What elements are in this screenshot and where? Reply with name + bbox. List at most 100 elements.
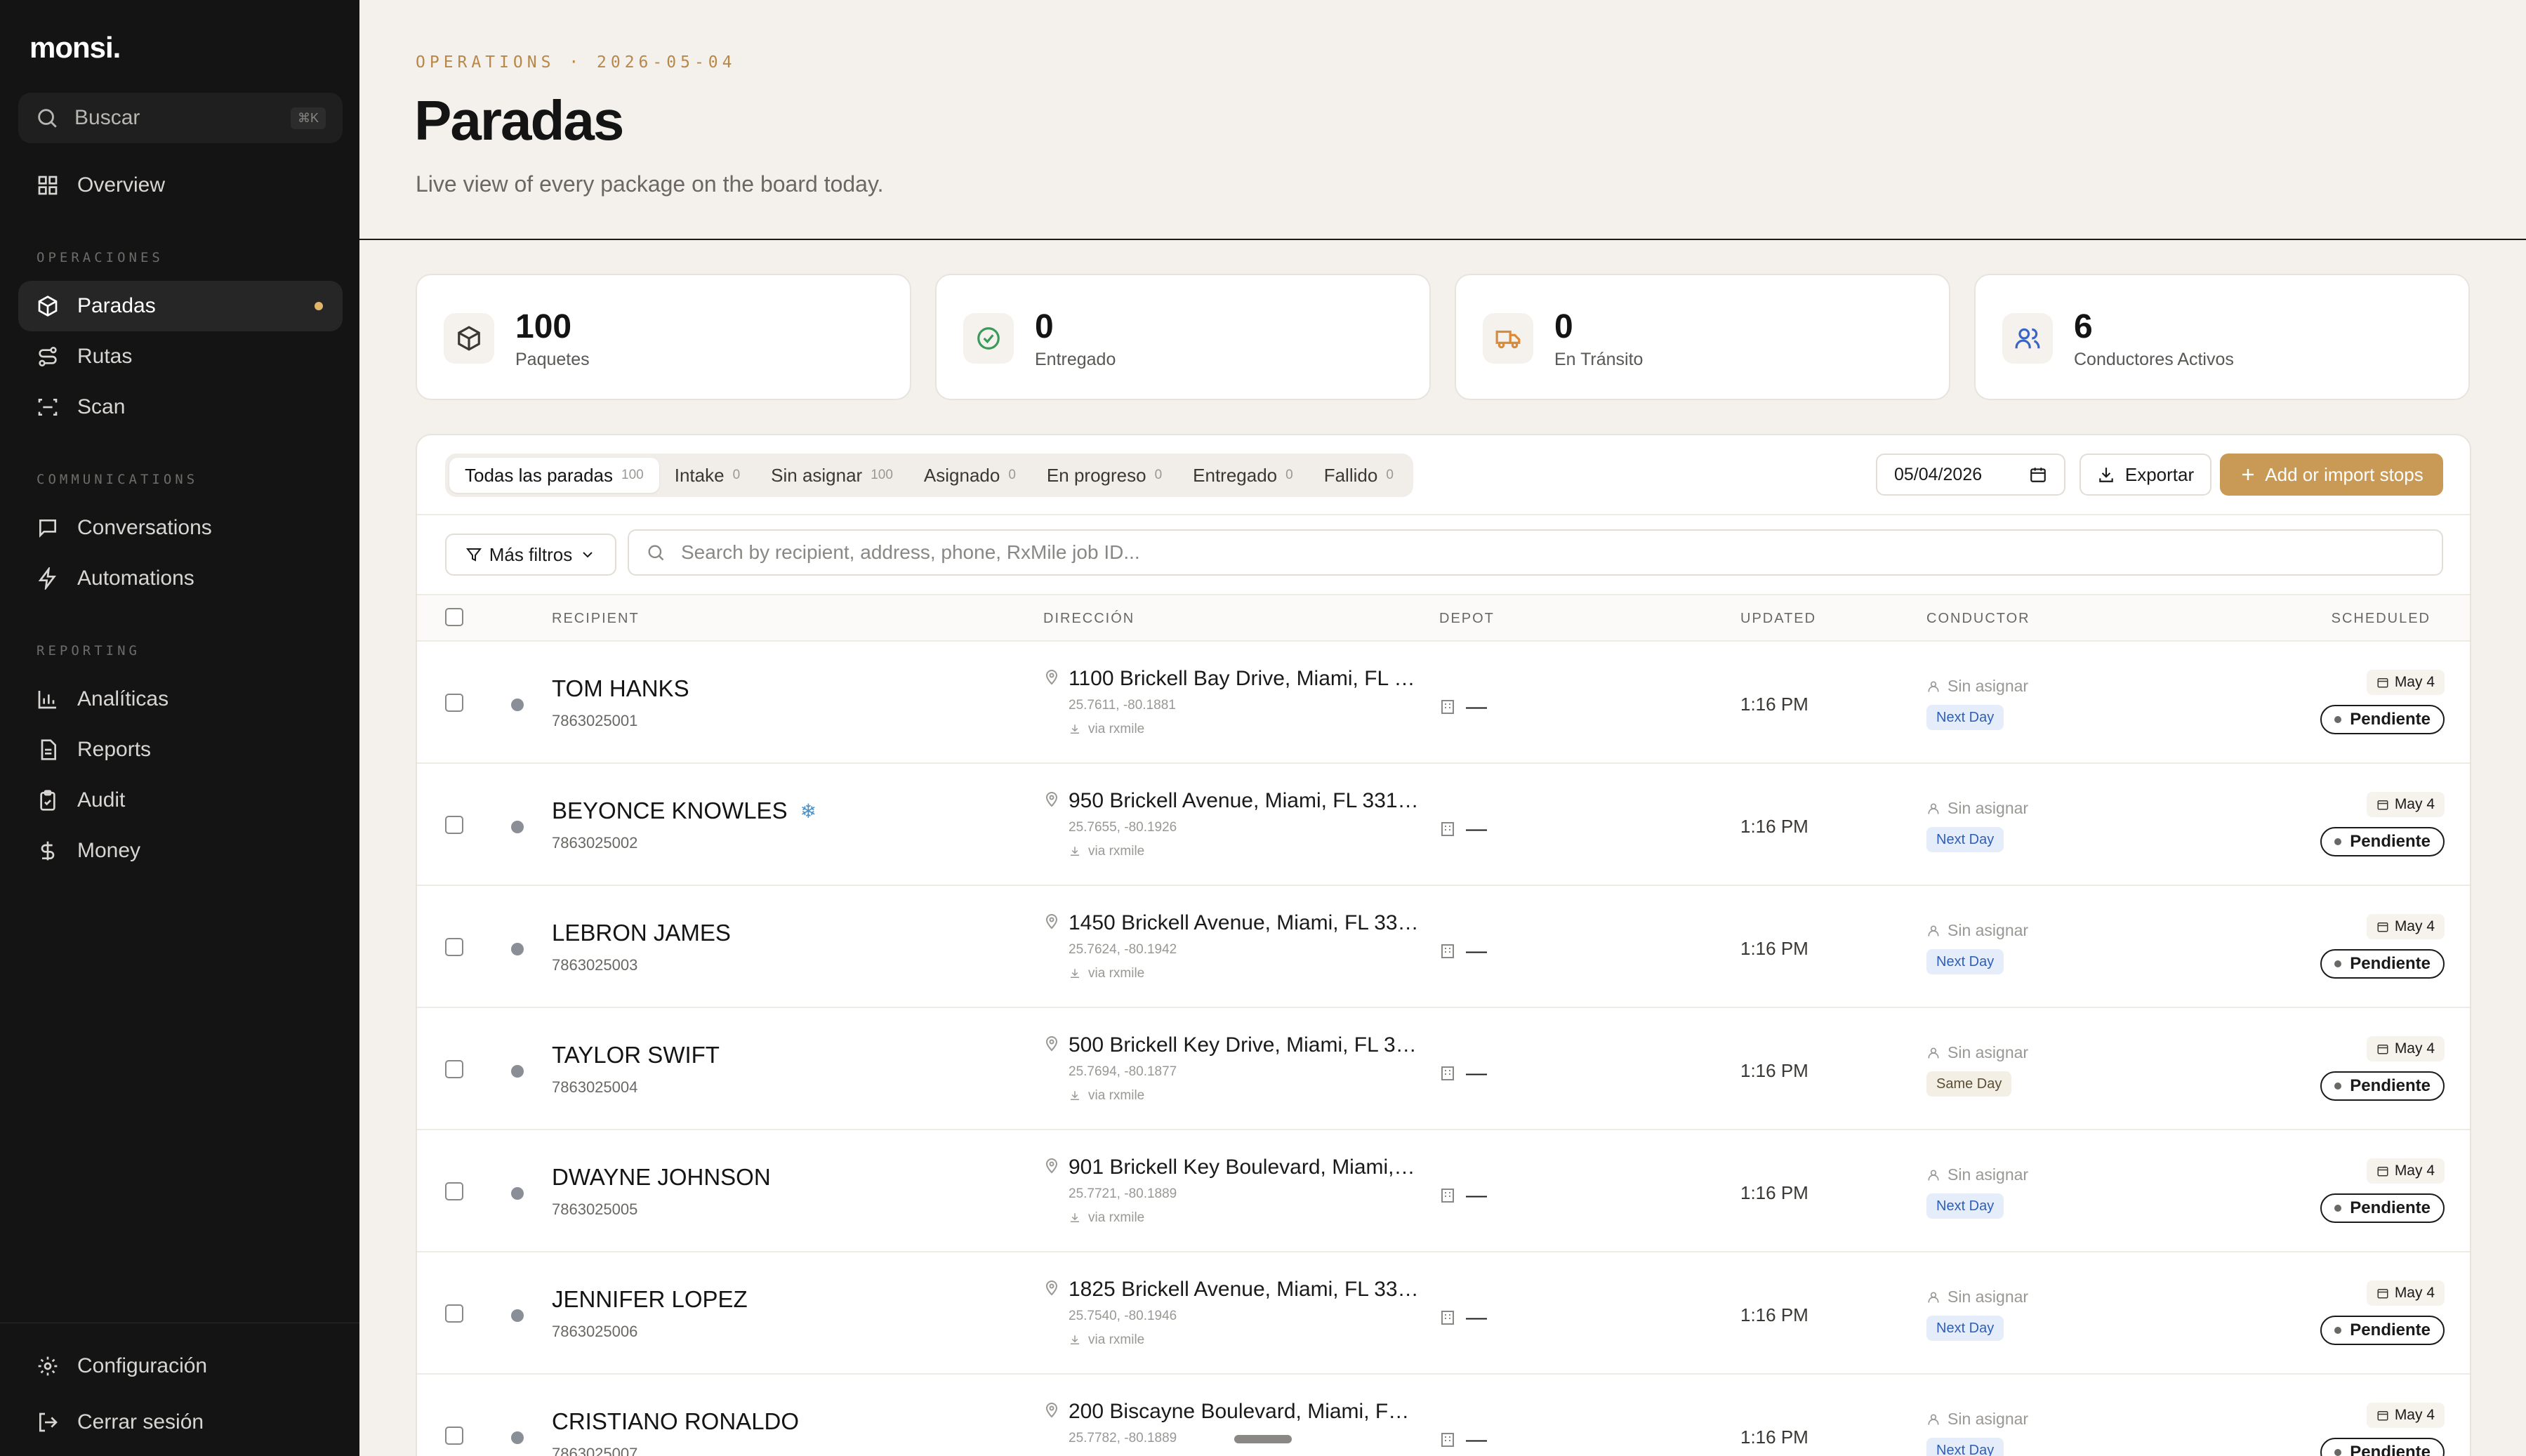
status-badge[interactable]: Pendiente: [2320, 827, 2445, 856]
logout-icon: [39, 1412, 58, 1432]
tab-label: Sin asignar: [771, 464, 863, 486]
sidebar-item-rutas[interactable]: Rutas: [18, 331, 343, 382]
tab-count: 100: [871, 468, 893, 482]
row-checkbox[interactable]: [445, 694, 463, 712]
driver-name: Sin asignar: [1948, 677, 2029, 695]
status-badge[interactable]: Pendiente: [2320, 1071, 2445, 1101]
sidebar-item-label: Cerrar sesión: [77, 1410, 204, 1434]
sidebar-item-scan[interactable]: Scan: [18, 382, 343, 432]
updated-time: 1:16 PM: [1740, 1060, 1808, 1081]
sidebar-item-audit[interactable]: Audit: [18, 775, 343, 826]
sidebar-item-overview[interactable]: Overview: [18, 160, 343, 211]
updated-time: 1:16 PM: [1740, 816, 1808, 837]
more-filters-button[interactable]: Más filtros: [445, 534, 616, 576]
depot-value: —: [1466, 695, 1487, 718]
sidebar-item-configuracion[interactable]: Configuración: [18, 1341, 343, 1391]
truck-icon: [1495, 330, 1521, 349]
service-badge: Next Day: [1926, 1316, 2004, 1341]
table-row[interactable]: BEYONCE KNOWLES ❄ 7863025002 950 Brickell…: [417, 765, 2470, 886]
sidebar-item-paradas[interactable]: Paradas: [18, 281, 343, 331]
driver-cell[interactable]: Sin asignar: [1926, 1410, 2028, 1429]
row-checkbox[interactable]: [445, 816, 463, 834]
chat-icon: [39, 519, 56, 538]
tab-sin-asignar[interactable]: Sin asignar 100: [755, 458, 908, 493]
scan-icon: [38, 399, 58, 416]
updated-time: 1:16 PM: [1740, 694, 1808, 715]
column-scheduled[interactable]: SCHEDULED: [2332, 611, 2431, 627]
tab-en-progreso[interactable]: En progreso 0: [1031, 458, 1177, 493]
scroll-indicator[interactable]: [1234, 1435, 1292, 1443]
status-badge[interactable]: Pendiente: [2320, 1316, 2445, 1345]
status-badge[interactable]: Pendiente: [2320, 1193, 2445, 1223]
column-conductor[interactable]: CONDUCTOR: [1926, 611, 2030, 627]
status-text: Pendiente: [2350, 1321, 2431, 1339]
tab-label: Intake: [674, 464, 725, 486]
stat-label: Paquetes: [515, 350, 590, 369]
sidebar-item-reports[interactable]: Reports: [18, 724, 343, 775]
sidebar-item-conversations[interactable]: Conversations: [18, 503, 343, 553]
recipient-phone: 7863025006: [552, 1323, 638, 1340]
depot-cell: —: [1439, 695, 1487, 719]
driver-cell[interactable]: Sin asignar: [1926, 1165, 2028, 1184]
row-checkbox[interactable]: [445, 1182, 463, 1200]
building-icon: [1441, 1433, 1454, 1447]
driver-cell[interactable]: Sin asignar: [1926, 1043, 2028, 1062]
depot-value: —: [1466, 1184, 1487, 1207]
status-dot: [511, 1309, 524, 1322]
map-pin-icon: [1043, 668, 1060, 688]
tab-asignado[interactable]: Asignado 0: [908, 458, 1031, 493]
recipient-name: LEBRON JAMES: [552, 920, 731, 946]
sidebar-item-logout[interactable]: Cerrar sesión: [18, 1397, 343, 1448]
table-row[interactable]: JENNIFER LOPEZ 7863025006 1825 Brickell …: [417, 1254, 2470, 1375]
updated-time: 1:16 PM: [1740, 1427, 1808, 1448]
sidebar-item-analiticas[interactable]: Analíticas: [18, 674, 343, 724]
driver-cell[interactable]: Sin asignar: [1926, 799, 2028, 818]
calendar-icon: [2377, 922, 2388, 932]
column-updated[interactable]: UPDATED: [1740, 611, 1816, 627]
tab-label: Asignado: [923, 464, 1000, 486]
recipient-name: CRISTIANO RONALDO: [552, 1408, 800, 1434]
table-row[interactable]: DWAYNE JOHNSON 7863025005 901 Brickell K…: [417, 1132, 2470, 1252]
driver-cell[interactable]: Sin asignar: [1926, 677, 2028, 696]
date-picker[interactable]: 05/04/2026: [1876, 454, 2065, 496]
status-badge[interactable]: Pendiente: [2320, 705, 2445, 734]
calendar-icon[interactable]: [2029, 465, 2047, 484]
tab-todas[interactable]: Todas las paradas 100: [449, 458, 659, 493]
row-checkbox[interactable]: [445, 1060, 463, 1078]
row-checkbox[interactable]: [445, 938, 463, 956]
tab-fallido[interactable]: Fallido 0: [1309, 458, 1409, 493]
driver-cell[interactable]: Sin asignar: [1926, 921, 2028, 940]
sidebar-item-automations[interactable]: Automations: [18, 553, 343, 604]
column-depot[interactable]: DEPOT: [1439, 611, 1495, 627]
table-row[interactable]: TOM HANKS 7863025001 1100 Brickell Bay D…: [417, 643, 2470, 764]
driver-cell[interactable]: Sin asignar: [1926, 1288, 2028, 1306]
users-icon: [2015, 328, 2040, 349]
driver-name: Sin asignar: [1948, 1165, 2029, 1184]
tab-entregado[interactable]: Entregado 0: [1177, 458, 1309, 493]
sidebar-item-label: Reports: [77, 738, 152, 761]
scheduled-date: May 4: [2366, 914, 2445, 939]
column-recipient[interactable]: RECIPIENT: [552, 611, 640, 627]
column-direccion[interactable]: DIRECCIÓN: [1043, 611, 1135, 627]
search-input[interactable]: Search by recipient, address, phone, RxM…: [628, 529, 2443, 576]
tab-count: 0: [1154, 468, 1163, 482]
section-label-operaciones: OPERACIONES: [37, 250, 164, 265]
row-checkbox[interactable]: [445, 1304, 463, 1323]
table-row[interactable]: TAYLOR SWIFT 7863025004 500 Brickell Key…: [417, 1010, 2470, 1130]
sidebar-search[interactable]: Buscar ⌘K: [18, 93, 343, 143]
depot-value: —: [1466, 939, 1487, 962]
status-badge[interactable]: Pendiente: [2320, 949, 2445, 979]
table-row[interactable]: LEBRON JAMES 7863025003 1450 Brickell Av…: [417, 887, 2470, 1008]
recipient-name: JENNIFER LOPEZ: [552, 1286, 748, 1312]
status-badge[interactable]: Pendiente: [2320, 1438, 2445, 1456]
select-all-checkbox[interactable]: [445, 608, 463, 626]
sidebar-item-money[interactable]: Money: [18, 826, 343, 876]
building-icon: [1441, 1311, 1454, 1325]
export-button[interactable]: Exportar: [2079, 454, 2211, 496]
table-row[interactable]: CRISTIANO RONALDO 7863025007 200 Biscayn…: [417, 1376, 2470, 1456]
row-checkbox[interactable]: [445, 1427, 463, 1445]
add-stops-button[interactable]: Add or import stops: [2220, 454, 2443, 496]
tab-label: Todas las paradas: [465, 464, 614, 486]
tab-intake[interactable]: Intake 0: [659, 458, 755, 493]
route-icon: [39, 347, 57, 366]
